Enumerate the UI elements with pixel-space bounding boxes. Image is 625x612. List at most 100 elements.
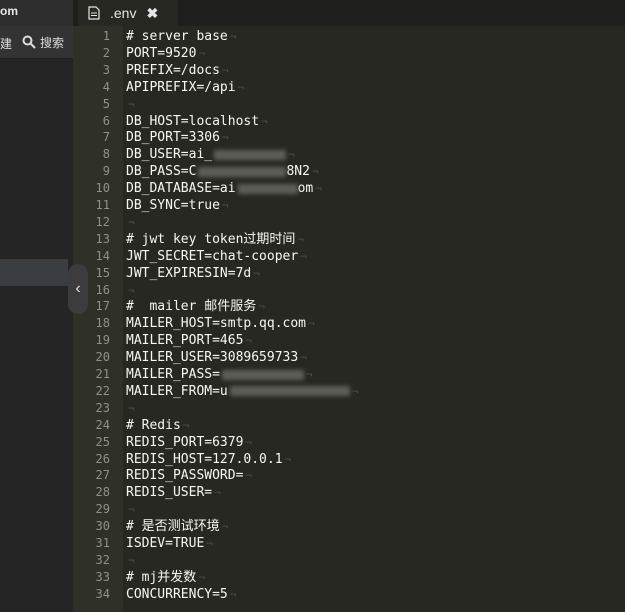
line-number: 26 [95,451,110,466]
end-of-line-marker: ¬ [198,46,206,60]
code-text: PREFIX=/docs ¬ [126,62,229,79]
code-text-content: DB_USER=ai_ [126,147,213,163]
line-number: 29 [95,502,110,517]
close-icon[interactable]: ✖ [146,5,158,22]
line-number: 12 [95,214,110,229]
code-text-content: REDIS_USER= [126,485,213,501]
tab-filename: .env [110,5,137,21]
sidebar-header-text: om [0,4,18,18]
code-text: DB_PORT=3306 ¬ [126,129,229,146]
redacted-value [229,386,350,397]
code-line: 21 MAILER_PASS= ¬ [73,366,625,383]
code-line: 8 DB_USER=ai_ ¬ [73,146,625,163]
code-line: 3 PREFIX=/docs ¬ [73,62,625,79]
chevron-left-icon: ‹ [75,280,81,297]
end-of-line-marker: ¬ [221,63,229,77]
line-number: 27 [95,468,110,483]
redacted-value [221,369,304,380]
code-text-content: DB_DATABASE=ai [126,181,236,197]
code-line: 26 REDIS_HOST=127.0.0.1 ¬ [73,451,625,468]
search-icon [22,35,36,49]
code-text-content: MAILER_PASS= [126,367,220,382]
code-line: 27 REDIS_PASSWORD= ¬ [73,467,625,484]
code-text-suffix: 8N2 [286,164,310,180]
end-of-line-marker: ¬ [245,469,253,483]
code-text-content: # 是否测试环境 [126,519,220,535]
code-text: DB_USER=ai_ ¬ [126,146,295,163]
sidebar-toolbar-fragment[interactable]: 建 [0,35,12,52]
code-text: ISDEV=TRUE ¬ [126,535,213,552]
code-text: # mailer 邮件服务 ¬ [126,298,265,315]
code-line: 34 CONCURRENCY=5 ¬ [73,586,625,603]
search-button[interactable]: 搜索 [22,33,64,51]
collapse-sidebar-handle[interactable]: ‹ [68,264,88,314]
end-of-line-marker: ¬ [221,131,229,145]
code-line: 7 DB_PORT=3306 ¬ [73,129,625,146]
code-line: 15 JWT_EXPIRESIN=7d ¬ [73,265,625,282]
code-editor[interactable]: 1 # server base ¬ 2 PORT=9520 ¬ 3 PREFIX=/docs ¬… [73,26,625,612]
sidebar-toolbar: 建 搜索 [0,26,73,59]
code-text-content: MAILER_USER=3089659733 [126,350,299,366]
end-of-line-marker: ¬ [221,199,229,212]
line-number: 30 [95,519,110,534]
code-line: 30 # 是否测试环境 ¬ [73,518,625,535]
end-of-line-marker: ¬ [300,249,307,263]
code-text: ¬ [126,214,135,231]
line-number: 1 [102,29,110,43]
code-text-content: JWT_EXPIRESIN=7d [126,265,252,281]
code-line: 10 DB_DATABASE=ai om ¬ [73,180,625,197]
code-text: DB_PASS=C 8N2 ¬ [126,163,319,180]
code-line: 14 JWT_SECRET=chat-cooper ¬ [73,248,625,265]
code-text: ¬ [126,282,135,299]
end-of-line-marker: ¬ [300,351,307,365]
code-text: DB_HOST=localhost ¬ [126,113,268,130]
line-number: 7 [102,130,110,145]
code-text-content: MAILER_PORT=465 [126,333,244,349]
line-number: 8 [102,147,110,162]
code-text: # jwt key token过期时间 ¬ [126,231,304,248]
line-number: 6 [102,113,110,128]
code-line: 20 MAILER_USER=3089659733 ¬ [73,349,625,366]
tab-bar: .env ✖ [73,0,625,28]
end-of-line-marker: ¬ [229,587,237,601]
code-line: 32 ¬ [73,552,625,569]
line-number: 32 [95,552,110,567]
end-of-line-marker: ¬ [308,317,315,331]
code-line: 28 REDIS_USER= ¬ [73,484,625,501]
end-of-line-marker: ¬ [245,435,253,449]
sidebar: om 建 搜索 [0,0,73,612]
code-text: JWT_EXPIRESIN=7d ¬ [126,265,260,282]
code-text: MAILER_USER=3089659733 ¬ [126,349,307,366]
code-text: DB_SYNC=true ¬ [126,197,229,214]
code-text-content: DB_SYNC=true [126,198,220,213]
end-of-line-marker: ¬ [128,401,135,415]
line-number: 21 [95,367,110,381]
end-of-line-marker: ¬ [253,266,260,280]
end-of-line-marker: ¬ [221,520,229,534]
line-number: 20 [95,350,110,365]
code-text: MAILER_PASS= ¬ [126,366,313,383]
end-of-line-marker: ¬ [206,537,213,550]
end-of-line-marker: ¬ [311,165,319,179]
sidebar-selected-item[interactable] [0,259,68,286]
line-number: 2 [102,45,110,60]
end-of-line-marker: ¬ [128,503,135,517]
end-of-line-marker: ¬ [198,570,205,584]
line-number: 14 [95,248,110,263]
line-number: 25 [95,434,110,449]
line-number: 10 [95,181,110,196]
code-line: 11 DB_SYNC=true ¬ [73,197,625,214]
code-text-content: REDIS_PORT=6379 [126,434,244,450]
code-line: 4 APIPREFIX=/api ¬ [73,79,625,96]
line-number: 5 [102,96,110,111]
line-number: 22 [95,383,110,398]
code-text-content: MAILER_FROM=u [126,383,228,399]
redacted-value [198,166,287,177]
code-text-content: PORT=9520 [126,45,197,61]
tab-env[interactable]: .env ✖ [78,0,178,28]
code-line: 17 # mailer 邮件服务 ¬ [73,298,625,315]
code-line: 31 ISDEV=TRUE ¬ [73,535,625,552]
line-number: 3 [102,62,110,77]
line-number: 28 [95,485,110,500]
code-line: 13 # jwt key token过期时间 ¬ [73,231,625,248]
